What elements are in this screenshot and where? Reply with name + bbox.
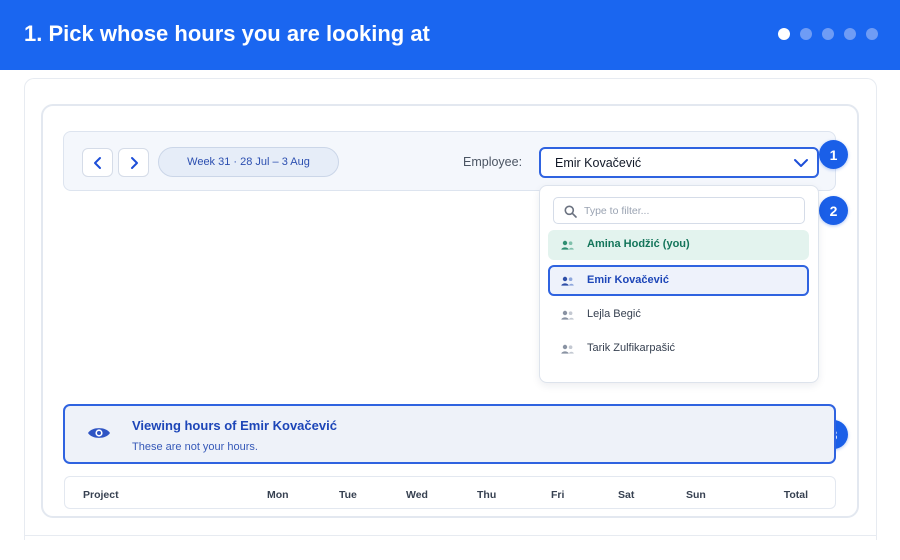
timesheet-table-header: Project Mon Tue Wed Thu Fri Sat Sun Tota… xyxy=(64,476,836,509)
chevron-right-icon xyxy=(130,156,138,169)
column-header-project: Project xyxy=(83,489,119,501)
week-selector[interactable]: Week 31 · 28 Jul – 3 Aug xyxy=(158,147,339,177)
step-dot-1[interactable] xyxy=(778,28,790,40)
chevron-left-icon xyxy=(93,156,101,169)
outer-frame-bottom xyxy=(24,535,877,536)
employee-option-label: Amina Hodžić (you) xyxy=(587,238,690,250)
next-week-button[interactable] xyxy=(118,148,149,177)
step-banner: 1. Pick whose hours you are looking at xyxy=(0,0,900,70)
column-header-mon: Mon xyxy=(267,489,289,501)
previous-week-button[interactable] xyxy=(82,148,113,177)
employee-filter-input[interactable] xyxy=(584,202,794,220)
callout-badge-2: 2 xyxy=(819,196,848,225)
employee-option-lejla[interactable]: Lejla Begić xyxy=(548,300,809,330)
people-icon xyxy=(561,310,574,320)
step-indicator xyxy=(778,28,878,40)
step-dot-5[interactable] xyxy=(866,28,878,40)
column-header-sun: Sun xyxy=(686,489,706,501)
chevron-down-icon xyxy=(794,159,808,167)
employee-option-label: Tarik Zulfikarpašić xyxy=(587,342,676,354)
step-title: 1. Pick whose hours you are looking at xyxy=(24,21,430,46)
employee-select-value: Emir Kovačević xyxy=(555,156,642,170)
column-header-thu: Thu xyxy=(477,489,497,501)
employee-option-tarik[interactable]: Tarik Zulfikarpašić xyxy=(548,334,809,364)
step-dot-4[interactable] xyxy=(844,28,856,40)
viewing-notice: Viewing hours of Emir Kovačević These ar… xyxy=(63,404,836,464)
column-header-fri: Fri xyxy=(551,489,565,501)
employee-select[interactable]: Emir Kovačević xyxy=(539,147,819,178)
callout-badge-1: 1 xyxy=(819,140,848,169)
viewing-notice-subtitle: These are not your hours. xyxy=(132,441,258,453)
people-icon xyxy=(561,344,574,354)
people-icon xyxy=(561,240,574,250)
column-header-sat: Sat xyxy=(618,489,635,501)
viewing-notice-title: Viewing hours of Emir Kovačević xyxy=(132,418,337,433)
step-dot-3[interactable] xyxy=(822,28,834,40)
eye-icon xyxy=(88,428,110,438)
employee-label: Employee: xyxy=(463,155,523,169)
employee-option-emir[interactable]: Emir Kovačević xyxy=(548,265,809,296)
employee-option-label: Emir Kovačević xyxy=(587,274,669,286)
column-header-total: Total xyxy=(783,489,808,501)
search-icon xyxy=(564,205,577,218)
week-label: Week 31 · 28 Jul – 3 Aug xyxy=(187,156,310,168)
step-dot-2[interactable] xyxy=(800,28,812,40)
column-header-tue: Tue xyxy=(339,489,357,501)
employee-filter[interactable] xyxy=(553,197,805,224)
column-header-wed: Wed xyxy=(406,489,428,501)
employee-option-amina[interactable]: Amina Hodžić (you) xyxy=(548,230,809,260)
people-icon xyxy=(561,276,574,286)
employee-option-label: Lejla Begić xyxy=(587,308,641,320)
